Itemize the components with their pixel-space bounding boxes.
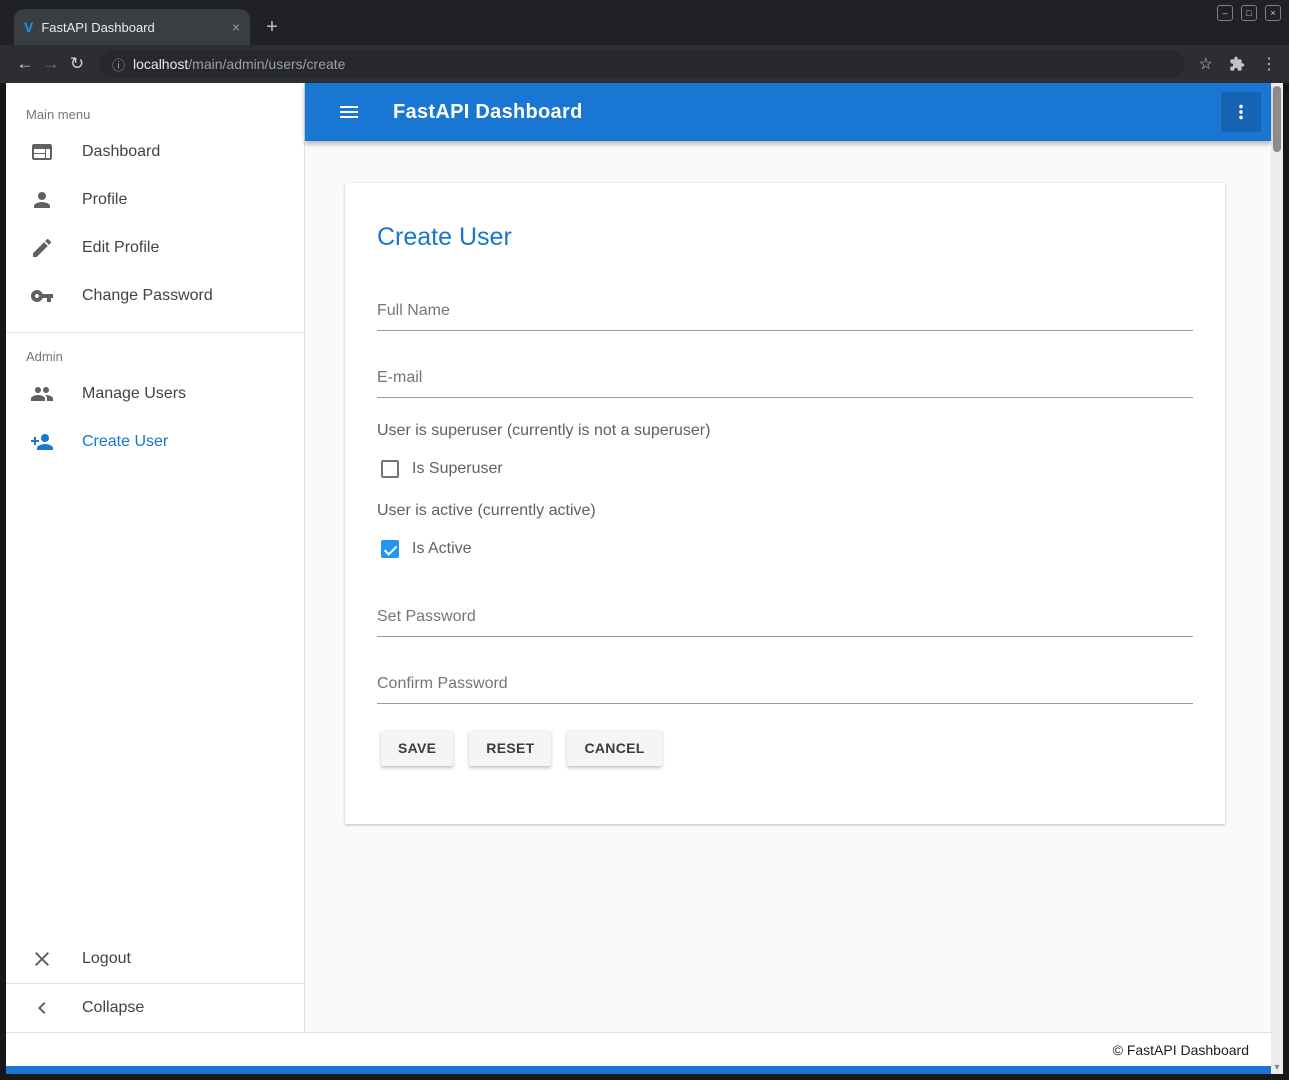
maximize-button[interactable]: □ — [1241, 5, 1257, 21]
sidebar-item-label: Edit Profile — [82, 239, 159, 257]
vuetify-favicon-icon: V — [24, 19, 33, 35]
sidebar-item-logout[interactable]: Logout — [6, 935, 304, 983]
browser-tab-strip: V FastAPI Dashboard × + – □ × — [0, 0, 1289, 45]
sidebar-item-manage-users[interactable]: Manage Users — [6, 370, 304, 418]
sidebar-caption-main-menu: Main menu — [6, 83, 304, 128]
create-user-card: Create User User is superuser (currently… — [345, 183, 1225, 824]
active-hint: User is active (currently active) — [377, 502, 1193, 520]
save-button[interactable]: SAVE — [381, 730, 453, 766]
sidebar-item-label: Logout — [82, 950, 131, 968]
window-close-button[interactable]: × — [1265, 5, 1281, 21]
app-bar: FastAPI Dashboard — [305, 83, 1271, 141]
checkbox-unchecked-icon[interactable] — [381, 460, 399, 478]
forward-icon[interactable]: → — [38, 54, 64, 74]
bookmark-star-icon[interactable]: ☆ — [1199, 54, 1213, 74]
sidebar-item-label: Manage Users — [82, 385, 186, 403]
copyright-text: © FastAPI Dashboard — [1113, 1042, 1249, 1058]
reset-button[interactable]: RESET — [469, 730, 551, 766]
scrollbar-thumb[interactable] — [1273, 86, 1281, 152]
checkbox-label: Is Active — [412, 540, 472, 558]
page-viewport: Main menu Dashboard Profile Edit Profile — [0, 83, 1289, 1080]
main-area: FastAPI Dashboard Create User User is su… — [305, 83, 1271, 1032]
page-footer: © FastAPI Dashboard — [6, 1032, 1271, 1066]
url-path: /main/admin/users/create — [188, 56, 345, 72]
footer-accent-bar — [6, 1066, 1271, 1074]
sidebar: Main menu Dashboard Profile Edit Profile — [6, 83, 305, 1032]
browser-tab[interactable]: V FastAPI Dashboard × — [14, 9, 250, 45]
close-icon — [30, 947, 54, 971]
is-superuser-checkbox-row[interactable]: Is Superuser — [381, 460, 1193, 478]
refresh-icon[interactable]: ↻ — [64, 54, 90, 74]
window-controls: – □ × — [1217, 5, 1281, 21]
tab-title: FastAPI Dashboard — [41, 20, 223, 35]
page-scrollbar[interactable]: ▾ — [1271, 83, 1283, 1074]
page-content: Create User User is superuser (currently… — [305, 141, 1271, 1032]
sidebar-item-create-user[interactable]: Create User — [6, 418, 304, 466]
key-icon — [30, 284, 54, 308]
person-add-icon — [30, 430, 54, 454]
people-icon — [30, 382, 54, 406]
sidebar-item-label: Change Password — [82, 287, 213, 305]
site-info-icon[interactable]: ⓘ — [112, 55, 125, 74]
toolbar-right: ☆ ⋮ — [1199, 54, 1277, 74]
sidebar-item-label: Collapse — [82, 999, 144, 1017]
extensions-icon[interactable] — [1229, 56, 1245, 72]
appbar-kebab-button[interactable] — [1221, 92, 1261, 132]
url-host: localhost — [133, 56, 188, 72]
scrollbar-down-arrow[interactable]: ▾ — [1274, 1062, 1279, 1074]
checkbox-label: Is Superuser — [412, 460, 503, 478]
cancel-button[interactable]: CANCEL — [567, 730, 661, 766]
url-text: localhost/main/admin/users/create — [133, 56, 345, 72]
set-password-input[interactable] — [377, 604, 1193, 637]
hamburger-menu-icon[interactable] — [329, 92, 369, 132]
address-bar[interactable]: ⓘ localhost/main/admin/users/create — [100, 50, 1185, 78]
kebab-icon — [1230, 101, 1252, 123]
sidebar-item-collapse[interactable]: Collapse — [6, 984, 304, 1032]
email-input[interactable] — [377, 365, 1193, 398]
app-title: FastAPI Dashboard — [393, 101, 583, 124]
sidebar-spacer — [6, 466, 304, 935]
is-active-checkbox-row[interactable]: Is Active — [381, 540, 1193, 558]
superuser-hint: User is superuser (currently is not a su… — [377, 422, 1193, 440]
confirm-password-input[interactable] — [377, 671, 1193, 704]
form-actions: SAVE RESET CANCEL — [381, 730, 1193, 766]
sidebar-caption-admin: Admin — [6, 333, 304, 370]
page-title: Create User — [377, 223, 1193, 252]
sidebar-item-dashboard[interactable]: Dashboard — [6, 128, 304, 176]
app: Main menu Dashboard Profile Edit Profile — [6, 83, 1271, 1074]
browser-menu-icon[interactable]: ⋮ — [1261, 54, 1277, 74]
checkbox-checked-icon[interactable] — [381, 540, 399, 558]
sidebar-item-profile[interactable]: Profile — [6, 176, 304, 224]
new-tab-button[interactable]: + — [258, 12, 286, 42]
sidebar-item-edit-profile[interactable]: Edit Profile — [6, 224, 304, 272]
chevron-left-icon — [30, 996, 54, 1020]
sidebar-item-change-password[interactable]: Change Password — [6, 272, 304, 320]
sidebar-item-label: Profile — [82, 191, 127, 209]
back-icon[interactable]: ← — [12, 54, 38, 74]
tab-close-icon[interactable]: × — [232, 19, 240, 35]
dashboard-icon — [30, 140, 54, 164]
full-name-input[interactable] — [377, 298, 1193, 331]
browser-window: V FastAPI Dashboard × + – □ × ← → ↻ ⓘ lo… — [0, 0, 1289, 1080]
sidebar-item-label: Dashboard — [82, 143, 160, 161]
sidebar-item-label: Create User — [82, 433, 168, 451]
browser-toolbar: ← → ↻ ⓘ localhost/main/admin/users/creat… — [0, 45, 1289, 83]
minimize-button[interactable]: – — [1217, 5, 1233, 21]
person-icon — [30, 188, 54, 212]
pencil-icon — [30, 236, 54, 260]
